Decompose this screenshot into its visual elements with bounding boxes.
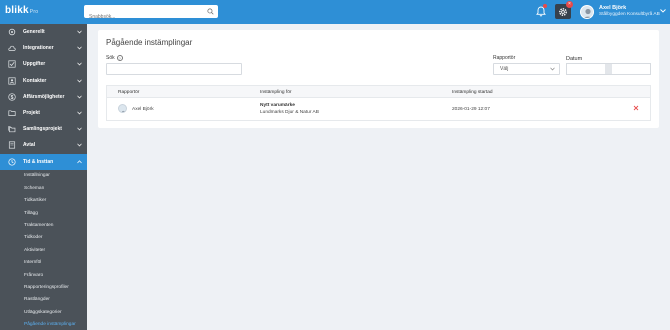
- contract-icon: [8, 141, 16, 149]
- quick-search: [84, 5, 218, 24]
- avatar-person-icon: [121, 110, 126, 112]
- svg-text:$: $: [11, 95, 14, 101]
- sidebar-item-kontakter[interactable]: Kontakter: [0, 73, 87, 89]
- reporter-select[interactable]: Välj: [493, 63, 560, 75]
- user-company: Stålbyggden Konsultbyrå AB: [599, 12, 660, 17]
- avatar: [118, 104, 127, 113]
- sidebar-item-label: Samlingsprojekt: [23, 126, 62, 133]
- notification-dot: [543, 4, 547, 8]
- chevron-down-icon: [77, 46, 82, 50]
- chevron-down-icon: [77, 111, 82, 115]
- date-range-separator: [605, 63, 612, 75]
- sidebar-subitem[interactable]: Internföl: [0, 256, 87, 268]
- chevron-down-icon: [77, 79, 82, 83]
- sidebar-item-label: Tid & Insttan: [23, 158, 54, 165]
- chevron-down-icon: [77, 143, 82, 147]
- row-reporter: Axel Björk: [132, 106, 154, 112]
- sidebar-item-affarsmojligheter[interactable]: $ Affärsmöjligheter: [0, 89, 87, 105]
- date-label: Datum: [566, 56, 583, 62]
- filter-search-input[interactable]: [106, 63, 242, 75]
- checkbox-icon: [8, 60, 16, 69]
- sidebar-item-projekt[interactable]: Projekt: [0, 105, 87, 121]
- settings-badge: ×: [566, 1, 573, 8]
- user-name[interactable]: Axel Björk: [599, 5, 626, 11]
- sidebar-subitem[interactable]: Inställningar: [0, 170, 87, 182]
- chevron-down-icon: [77, 62, 82, 66]
- checkins-table: Rapportör Instämpling för Instämpling st…: [106, 85, 651, 121]
- sidebar-subitem[interactable]: Scheman: [0, 182, 87, 194]
- sidebar-item-label: Integrationer: [23, 45, 54, 52]
- reporter-label: Rapportör: [493, 55, 516, 61]
- top-bar: blikkPro × Axel Björk Stålbyggden Konsul…: [0, 0, 670, 24]
- sidebar-subitem[interactable]: Aktiviteter: [0, 244, 87, 256]
- page-title: Pågående instämplingar: [106, 38, 193, 47]
- main-card: Pågående instämplingar Sök ? Rapportör V…: [98, 30, 659, 128]
- table-header: Rapportör Instämpling för Instämpling st…: [107, 86, 650, 98]
- sidebar-item-label: Avtal: [23, 142, 36, 149]
- gear-icon: [559, 8, 567, 16]
- sidebar: Generellt Integrationer Uppgifter Kontak…: [0, 24, 87, 330]
- folder-icon: [8, 110, 16, 116]
- user-avatar[interactable]: [580, 5, 594, 19]
- chevron-down-icon: [77, 127, 82, 131]
- sidebar-item-avtal[interactable]: Avtal: [0, 137, 87, 153]
- chevron-up-icon: [77, 159, 82, 163]
- help-icon[interactable]: ?: [116, 55, 123, 61]
- chevron-down-icon: [77, 95, 82, 99]
- chevron-down-icon[interactable]: [660, 9, 666, 13]
- app-logo[interactable]: blikkPro: [5, 5, 38, 16]
- sidebar-subitem[interactable]: Rapporteringsprofiler: [0, 281, 87, 293]
- row-for-sub: Lundmarks Djur & Natur AB: [260, 110, 319, 115]
- close-icon[interactable]: [633, 105, 639, 111]
- reporter-select-value: Välj: [500, 66, 509, 72]
- search-label: Sök ?: [106, 55, 123, 61]
- sidebar-item-label: Affärsmöjligheter: [23, 93, 65, 100]
- row-for-title: Nytt varumärke: [260, 102, 295, 108]
- contact-card-icon: [8, 77, 16, 85]
- sidebar-item-samlingsprojekt[interactable]: Samlingsprojekt: [0, 121, 87, 137]
- sidebar-subitem-current[interactable]: Pågående instämplingar: [0, 318, 87, 330]
- date-from-input[interactable]: [566, 63, 605, 75]
- table-row[interactable]: Axel Björk Nytt varumärke Lundmarks Djur…: [107, 98, 650, 120]
- dollar-icon: $: [8, 93, 16, 101]
- column-header[interactable]: Instämpling för: [260, 90, 291, 95]
- sidebar-item-generellt[interactable]: Generellt: [0, 24, 87, 40]
- sidebar-subitem[interactable]: Utläggskategorier: [0, 306, 87, 318]
- sidebar-item-label: Projekt: [23, 110, 40, 117]
- search-icon[interactable]: [207, 8, 214, 15]
- sidebar-item-label: Generellt: [23, 29, 45, 36]
- row-started: 2026-01-29 12:07: [452, 106, 490, 112]
- sidebar-item-label: Uppgifter: [23, 61, 46, 68]
- sidebar-subitem[interactable]: Rastlängder: [0, 294, 87, 306]
- date-to-input[interactable]: [612, 63, 651, 75]
- chevron-down-icon: [550, 67, 555, 71]
- clock-icon: [8, 158, 16, 166]
- sidebar-subitem[interactable]: Frånvaro: [0, 269, 87, 281]
- sidebar-subitem[interactable]: Tidkartiker: [0, 194, 87, 206]
- sidebar-item-tid-och-insttan[interactable]: Tid & Insttan: [0, 153, 87, 170]
- avatar-person-icon: [583, 8, 593, 18]
- chevron-down-icon: [77, 30, 82, 34]
- sidebar-subitem[interactable]: Traktamenten: [0, 219, 87, 231]
- search-input[interactable]: [84, 10, 202, 24]
- sidebar-subitem[interactable]: Tillägg: [0, 207, 87, 219]
- sidebar-subitem[interactable]: Tidkoder: [0, 232, 87, 244]
- column-header[interactable]: Instämpling startad: [452, 90, 493, 95]
- sidebar-item-label: Kontakter: [23, 77, 47, 84]
- sidebar-item-integrationer[interactable]: Integrationer: [0, 40, 87, 56]
- folders-icon: [8, 126, 16, 133]
- column-header[interactable]: Rapportör: [118, 90, 139, 95]
- cloud-icon: [8, 46, 16, 52]
- sidebar-item-uppgifter[interactable]: Uppgifter: [0, 56, 87, 72]
- settings-sliders-icon: [8, 28, 16, 36]
